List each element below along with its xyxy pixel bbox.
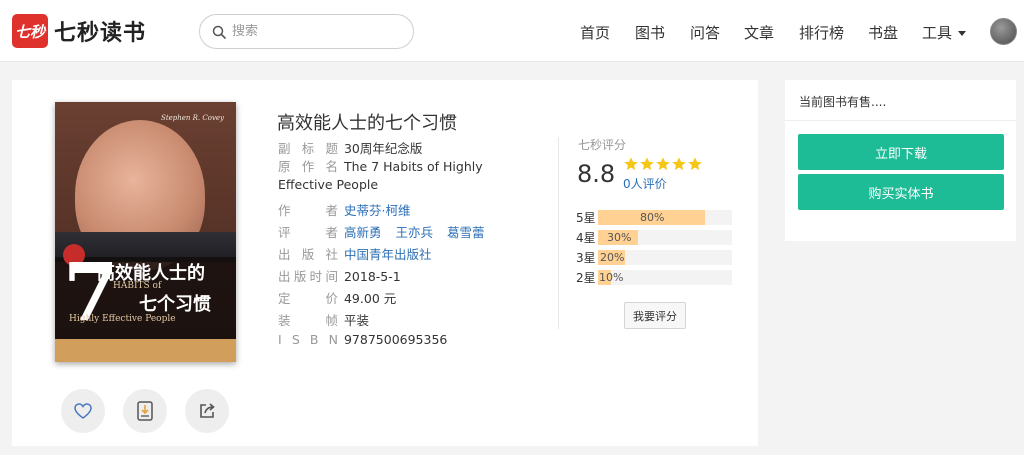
meta-publish-date: 出版时间 2018-5-1 <box>278 266 401 285</box>
dist-label: 4星 <box>576 231 596 245</box>
favorite-button[interactable] <box>61 389 105 433</box>
meta-label: 原 作 名 <box>278 159 338 174</box>
download-now-button[interactable]: 立即下载 <box>798 134 1004 170</box>
share-icon <box>200 403 215 418</box>
search-box[interactable] <box>199 14 414 49</box>
divider <box>558 137 559 329</box>
purchase-card: 当前图书有售.... 立即下载 购买实体书 <box>785 80 1016 241</box>
meta-label: 出 版 社 <box>278 247 338 262</box>
meta-publisher: 出 版 社 中国青年出版社 <box>278 244 442 263</box>
meta-label: 作 者 <box>278 203 338 218</box>
translator-link[interactable]: 王亦兵 <box>395 225 433 240</box>
dist-label: 2星 <box>576 271 596 285</box>
meta-subtitle: 副 标 题 30周年纪念版 <box>278 138 422 157</box>
share-button[interactable] <box>185 389 229 433</box>
meta-price: 定 价 49.00 元 <box>278 288 396 307</box>
nav-tools[interactable]: 工具 <box>922 22 967 43</box>
meta-binding: 装 帧 平装 <box>278 310 369 329</box>
meta-value: 9787500695356 <box>343 332 448 347</box>
book-title: 高效能人士的七个习惯 <box>277 113 457 134</box>
meta-original-title: 原 作 名 The 7 Habits of Highly Effective P… <box>278 158 524 194</box>
rating-title: 七秒评分 <box>578 138 627 152</box>
rating-dist-row: 3星 20% <box>576 250 732 265</box>
search-icon <box>212 25 226 39</box>
rating-dist-row: 5星 80% <box>576 210 732 225</box>
dist-percent: 20% <box>600 251 625 264</box>
logo-text: 七秒读书 <box>54 21 147 46</box>
dist-percent: 30% <box>607 231 632 244</box>
star-icon <box>672 157 686 170</box>
publisher-link[interactable]: 中国青年出版社 <box>344 247 432 262</box>
dist-track: 20% <box>598 250 732 265</box>
meta-value: 49.00 元 <box>343 291 397 306</box>
nav-tools-label: 工具 <box>922 24 953 42</box>
top-header: 七秒 七秒读书 首页 图书 问答 文章 排行榜 书盘 工具 <box>0 0 1024 62</box>
availability-title: 当前图书有售.... <box>799 95 887 109</box>
rating-stars <box>623 156 703 172</box>
cover-title-line2: 七个习惯 <box>139 294 211 315</box>
star-icon <box>640 157 654 170</box>
meta-label: 定 价 <box>278 291 338 306</box>
cover-en-line2: Highly Effective People <box>69 314 176 324</box>
site-logo[interactable]: 七秒 七秒读书 <box>12 14 146 48</box>
nav-home[interactable]: 首页 <box>580 22 610 43</box>
buy-physical-book-button[interactable]: 购买实体书 <box>798 174 1004 210</box>
meta-label: 副 标 题 <box>278 141 338 156</box>
star-icon <box>624 157 638 170</box>
logo-mark: 七秒 <box>12 14 48 48</box>
meta-author: 作 者 史蒂芬·柯维 <box>278 200 420 219</box>
meta-label: 出版时间 <box>278 269 338 284</box>
meta-value: 30周年纪念版 <box>343 141 423 156</box>
cover-author: Stephen R. Covey <box>161 114 224 122</box>
nav-rankings[interactable]: 排行榜 <box>799 22 844 43</box>
nav-articles[interactable]: 文章 <box>744 22 774 43</box>
dist-track: 30% <box>598 230 732 245</box>
meta-value: 平装 <box>343 313 369 328</box>
rating-count-link[interactable]: 0人评价 <box>623 175 667 192</box>
translator-link[interactable]: 高新勇 <box>344 225 382 240</box>
book-detail-card: Stephen R. Covey 7 高效能人士的 HABITS of 七个习惯… <box>12 80 758 446</box>
cover-bottom-strip <box>55 339 236 362</box>
meta-value: 2018-5-1 <box>343 269 401 284</box>
rating-dist-row: 4星 30% <box>576 230 732 245</box>
author-link[interactable]: 史蒂芬·柯维 <box>344 203 410 218</box>
star-icon <box>656 157 670 170</box>
meta-label: 装 帧 <box>278 313 338 328</box>
avatar[interactable] <box>990 18 1017 45</box>
nav-bookshelf[interactable]: 书盘 <box>868 22 898 43</box>
dist-track: 10% <box>598 270 732 285</box>
dist-label: 3星 <box>576 251 596 265</box>
nav-qa[interactable]: 问答 <box>690 22 720 43</box>
chevron-down-icon <box>958 31 967 36</box>
dist-track: 80% <box>598 210 732 225</box>
heart-icon <box>74 403 92 419</box>
star-icon <box>688 157 702 170</box>
meta-translators: 评 者 高新勇 王亦兵 葛雪蕾 <box>278 222 495 241</box>
rate-button[interactable]: 我要评分 <box>624 302 686 329</box>
search-input[interactable] <box>232 24 392 39</box>
meta-label: 评 者 <box>278 225 338 240</box>
dist-label: 5星 <box>576 211 596 225</box>
book-cover: Stephen R. Covey 7 高效能人士的 HABITS of 七个习惯… <box>55 102 236 362</box>
rating-score: 8.8 <box>577 160 616 188</box>
dist-percent: 10% <box>599 271 624 284</box>
download-book-button[interactable] <box>123 389 167 433</box>
download-book-icon <box>137 401 153 421</box>
divider <box>785 120 1016 121</box>
meta-isbn: I S B N 9787500695356 <box>278 332 447 347</box>
translator-link[interactable]: 葛雪蕾 <box>447 225 485 240</box>
rating-dist-row: 2星 10% <box>576 270 732 285</box>
dist-percent: 80% <box>640 211 665 224</box>
meta-label: I S B N <box>278 332 338 347</box>
nav-books[interactable]: 图书 <box>635 22 665 43</box>
